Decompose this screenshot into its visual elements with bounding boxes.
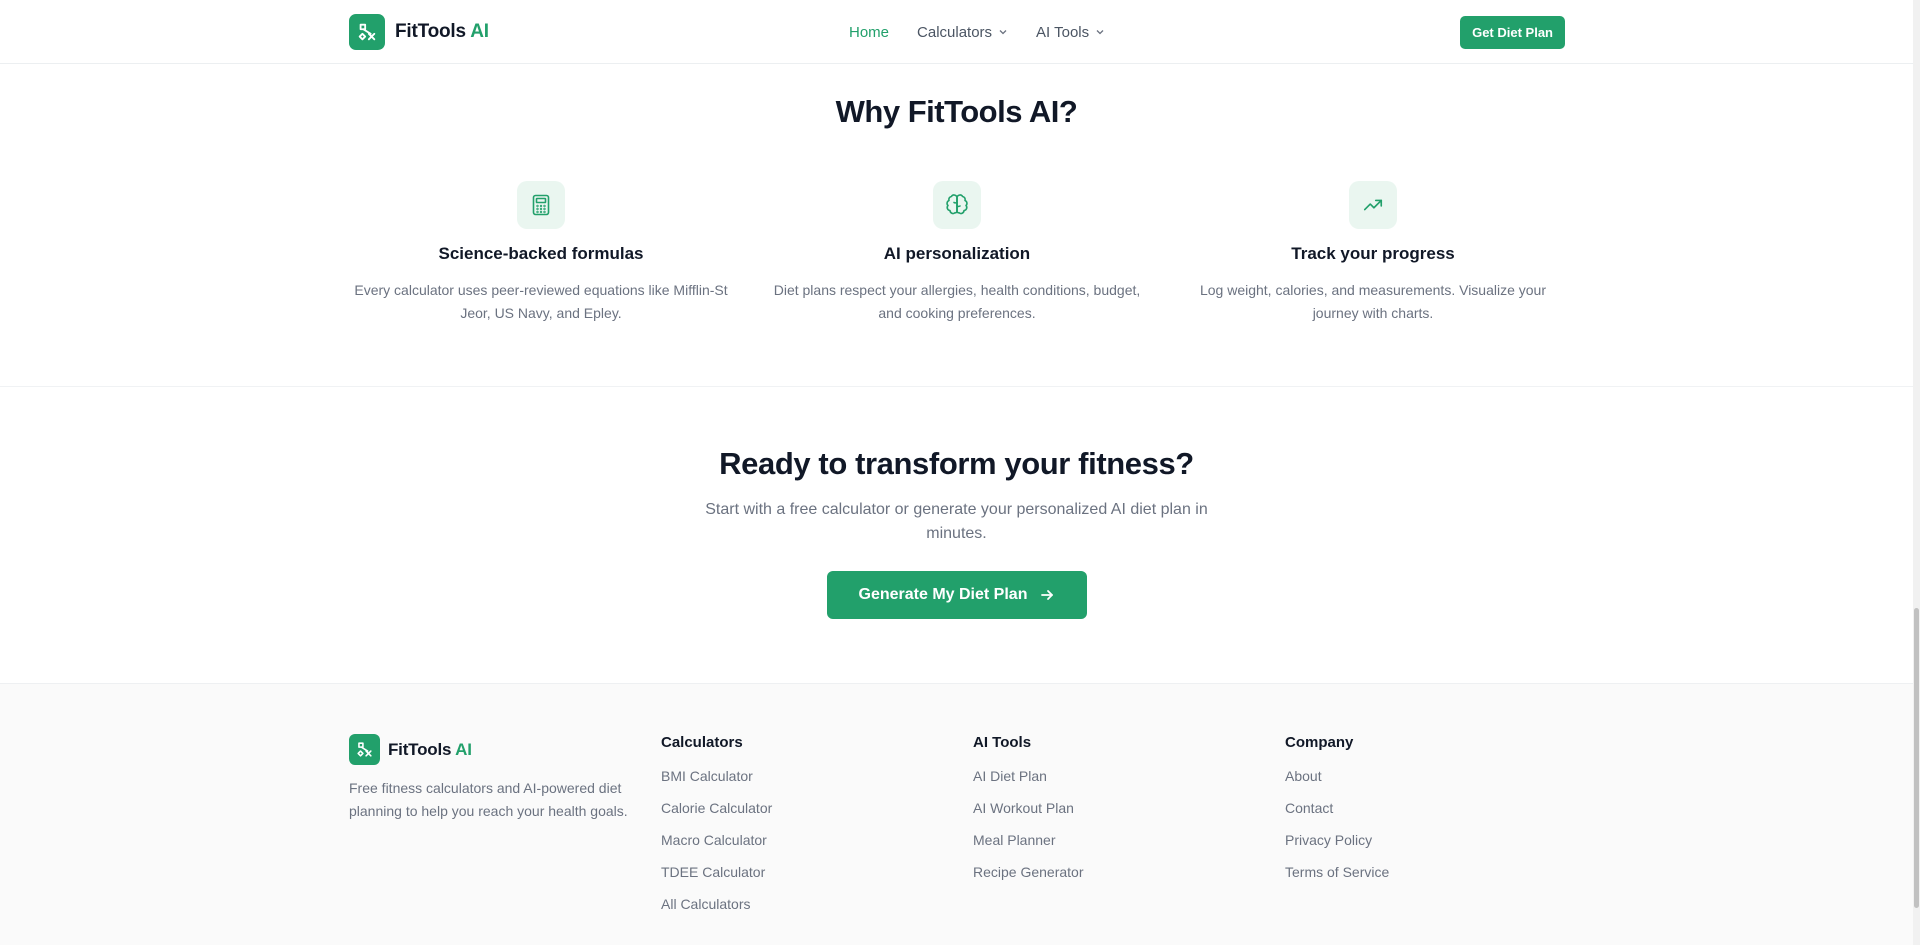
trending-up-icon (1349, 181, 1397, 229)
brand-logo[interactable]: FitTools AI (349, 14, 489, 50)
feature-science: Science-backed formulas Every calculator… (345, 181, 737, 325)
footer-brand-name: FitTools AI (388, 739, 472, 759)
arrow-right-icon (1041, 590, 1054, 600)
feature-text: Diet plans respect your allergies, healt… (773, 282, 1141, 321)
footer-column-calculators: Calculators BMI Calculator Calorie Calcu… (661, 734, 772, 928)
footer-description: Free fitness calculators and AI-powered … (349, 780, 628, 819)
site-footer: FitTools AI Free fitness calculators and… (0, 683, 1913, 945)
footer-link[interactable]: Contact (1285, 800, 1389, 832)
brand-name: FitTools AI (395, 21, 489, 42)
cta-title: Ready to transform your fitness? (719, 446, 1194, 481)
footer-link[interactable]: Terms of Service (1285, 864, 1389, 896)
logo-icon (349, 734, 380, 765)
nav-home[interactable]: Home (849, 24, 889, 41)
chevron-down-icon (1096, 30, 1104, 35)
header-inner: FitTools AI Home Calculators AI Tools Ge… (349, 0, 1565, 64)
footer-link[interactable]: Calorie Calculator (661, 800, 772, 832)
footer-link[interactable]: AI Diet Plan (973, 768, 1084, 800)
chevron-down-icon (999, 30, 1007, 35)
feature-title: Science-backed formulas (438, 244, 644, 263)
nav-ai-tools[interactable]: AI Tools (1036, 24, 1105, 41)
main-nav: Home Calculators AI Tools (849, 0, 1105, 64)
feature-progress: Track your progress Log weight, calories… (1177, 181, 1569, 325)
footer-column-title: Company (1285, 734, 1354, 751)
footer-link[interactable]: Meal Planner (973, 832, 1084, 864)
calculator-icon (517, 181, 565, 229)
footer-link[interactable]: TDEE Calculator (661, 864, 772, 896)
page-scrollbar[interactable] (1913, 0, 1920, 945)
footer-column-title: AI Tools (973, 734, 1032, 751)
footer-column-company: Company About Contact Privacy Policy Ter… (1285, 734, 1389, 896)
footer-column-ai-tools: AI Tools AI Diet Plan AI Workout Plan Me… (973, 734, 1084, 896)
footer-link[interactable]: Macro Calculator (661, 832, 772, 864)
scrollbar-thumb[interactable] (1914, 608, 1919, 908)
footer-brand-logo[interactable]: FitTools AI (349, 734, 472, 765)
footer-link[interactable]: About (1285, 768, 1389, 800)
nav-calculators[interactable]: Calculators (917, 24, 1008, 41)
generate-diet-plan-button[interactable]: Generate My Diet Plan (827, 571, 1087, 619)
site-header: FitTools AI Home Calculators AI Tools Ge… (0, 0, 1920, 64)
get-diet-plan-button[interactable]: Get Diet Plan (1460, 16, 1565, 49)
logo-icon (349, 14, 385, 50)
cta-button-label: Generate My Diet Plan (858, 586, 1028, 603)
cta-subtitle: Start with a free calculator or generate… (705, 501, 1208, 542)
feature-text: Log weight, calories, and measurements. … (1199, 282, 1547, 321)
footer-column-title: Calculators (661, 734, 743, 751)
footer-link[interactable]: AI Workout Plan (973, 800, 1084, 832)
footer-link[interactable]: BMI Calculator (661, 768, 772, 800)
footer-link[interactable]: Recipe Generator (973, 864, 1084, 896)
feature-text: Every calculator uses peer-reviewed equa… (354, 282, 728, 321)
feature-ai: AI personalization Diet plans respect yo… (761, 181, 1153, 325)
why-section-title: Why FitTools AI? (835, 94, 1078, 129)
section-divider (0, 386, 1913, 387)
feature-title: AI personalization (883, 244, 1031, 263)
footer-link[interactable]: All Calculators (661, 896, 772, 928)
brain-icon (933, 181, 981, 229)
feature-title: Track your progress (1291, 244, 1455, 263)
footer-link[interactable]: Privacy Policy (1285, 832, 1389, 864)
